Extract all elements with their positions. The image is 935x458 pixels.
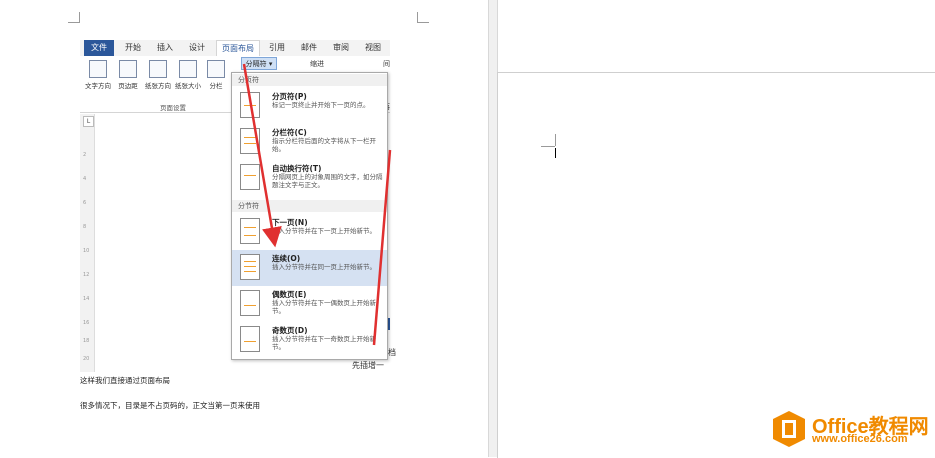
menu-item-desc: 标记一页终止并开始下一页的点。 — [272, 101, 370, 109]
ruler-number: 4 — [83, 176, 87, 182]
partial-text: 先插增一 — [352, 361, 384, 370]
columns-label: 分栏 — [209, 82, 223, 90]
text-wrapping-icon — [240, 164, 260, 190]
ruler-number: 16 — [83, 320, 90, 326]
menu-item-desc: 插入分节符并在下一偶数页上开始新节。 — [272, 299, 376, 315]
menu-item-even-page[interactable]: 偶数页(E) 插入分节符并在下一偶数页上开始新节。 — [232, 286, 387, 322]
breaks-dropdown-button[interactable]: 分隔符 ▾ — [241, 57, 277, 70]
menu-item-page-break[interactable]: 分页符(P) 标记一页终止并开始下一页的点。 — [232, 88, 387, 124]
ruler-number: 14 — [83, 296, 90, 302]
breaks-menu: 分页符 分页符(P) 标记一页终止并开始下一页的点。 分栏符(C) 指示分栏符后… — [231, 72, 388, 360]
text-cursor — [555, 148, 556, 158]
ruler-number: 10 — [83, 248, 90, 254]
text-direction-label: 文字方向 — [85, 82, 111, 90]
text-direction-icon — [89, 60, 107, 78]
section-header-page-breaks: 分页符 — [232, 74, 387, 86]
ruler-number: 18 — [83, 338, 90, 344]
tab-design[interactable]: 设计 — [184, 40, 210, 56]
next-page-icon — [240, 218, 260, 244]
menu-item-desc: 分隔网页上的对象周围的文字，如分隔题注文字与正文。 — [272, 173, 383, 189]
orientation-label: 纸张方向 — [145, 82, 171, 90]
even-page-icon — [240, 290, 260, 316]
menu-item-desc: 指示分栏符后面的文字将从下一栏开始。 — [272, 137, 376, 153]
margins-button[interactable]: 页边距 — [114, 60, 142, 100]
size-label: 纸张大小 — [175, 82, 201, 90]
ruler-number: 20 — [83, 356, 90, 362]
tab-mailings[interactable]: 邮件 — [296, 40, 322, 56]
tab-page-layout[interactable]: 页面布局 — [216, 40, 260, 57]
column-break-icon — [240, 128, 260, 154]
crop-mark — [541, 146, 555, 147]
page-break-icon — [240, 92, 260, 118]
tab-selector[interactable]: L — [83, 116, 94, 127]
menu-item-odd-page[interactable]: 奇数页(D) 插入分节符并在下一奇数页上开始新节。 — [232, 322, 387, 358]
crop-mark — [555, 134, 556, 146]
crop-mark — [417, 22, 429, 23]
continuous-icon — [240, 254, 260, 280]
menu-item-desc: 插入分节符并在下一页上开始新节。 — [272, 227, 376, 235]
office-logo-icon — [773, 411, 805, 447]
orientation-button[interactable]: 纸张方向 — [144, 60, 172, 100]
menu-item-desc: 插入分节符并在同一页上开始新节。 — [272, 263, 376, 271]
tab-view[interactable]: 视图 — [360, 40, 386, 56]
tab-file[interactable]: 文件 — [84, 40, 114, 56]
odd-page-icon — [240, 326, 260, 352]
text-direction-button[interactable]: 文字方向 — [84, 60, 112, 100]
page-size-icon — [179, 60, 197, 78]
spacing-label: 间 — [383, 60, 390, 68]
menu-item-text-wrapping[interactable]: 自动换行符(T) 分隔网页上的对象周围的文字，如分隔题注文字与正文。 — [232, 160, 387, 198]
tab-home[interactable]: 开始 — [120, 40, 146, 56]
columns-icon — [207, 60, 225, 78]
body-text-line: 这样我们直接通过页面布局 — [80, 376, 170, 385]
ribbon-tab-bar: 文件 开始 插入 设计 页面布局 引用 邮件 审阅 视图 — [80, 40, 390, 57]
menu-item-column-break[interactable]: 分栏符(C) 指示分栏符后面的文字将从下一栏开始。 — [232, 124, 387, 160]
menu-item-next-page[interactable]: 下一页(N) 插入分节符并在下一页上开始新节。 — [232, 214, 387, 250]
menu-item-desc: 插入分节符并在下一奇数页上开始新节。 — [272, 335, 376, 351]
page-setup-group-label: 页面设置 — [160, 104, 186, 112]
tab-insert[interactable]: 插入 — [152, 40, 178, 56]
columns-button[interactable]: 分栏 — [204, 60, 228, 100]
watermark-url: www.office26.com — [812, 433, 908, 445]
ruler-number: 12 — [83, 272, 90, 278]
ruler-number: 8 — [83, 224, 87, 230]
right-document-page[interactable] — [497, 72, 935, 458]
tab-references[interactable]: 引用 — [264, 40, 290, 56]
section-header-section-breaks: 分节符 — [232, 200, 387, 212]
crop-mark — [79, 12, 80, 23]
margins-label: 页边距 — [118, 82, 138, 90]
indent-label: 缩进 — [310, 60, 324, 68]
margins-icon — [119, 60, 137, 78]
menu-item-continuous[interactable]: 连续(O) 插入分节符并在同一页上开始新节。 — [232, 250, 387, 286]
ruler-number: 2 — [83, 152, 87, 158]
body-text-line: 很多情况下，目录是不占页码的，正文当第一页来使用 — [80, 401, 260, 410]
size-button[interactable]: 纸张大小 — [174, 60, 202, 100]
orientation-icon — [149, 60, 167, 78]
ruler-number: 6 — [83, 200, 87, 206]
vertical-ruler: 2 4 6 8 10 12 14 16 18 20 — [80, 114, 95, 372]
crop-mark — [417, 12, 418, 23]
tab-review[interactable]: 审阅 — [328, 40, 354, 56]
